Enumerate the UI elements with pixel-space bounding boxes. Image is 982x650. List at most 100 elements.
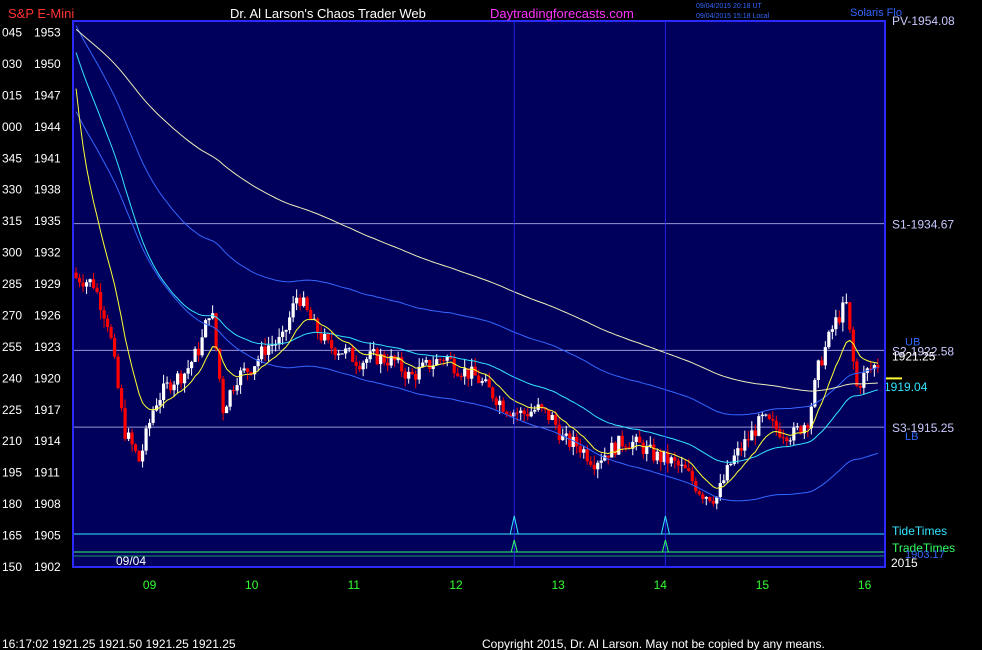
y-tick-time: 255 <box>2 340 22 354</box>
candle-body <box>309 309 313 320</box>
candle-body <box>368 351 372 360</box>
x-tick-hour: 10 <box>245 578 259 592</box>
candle-body <box>571 436 575 448</box>
candle-body <box>470 366 474 379</box>
candle-body <box>515 412 519 414</box>
candle-body <box>498 400 502 406</box>
x-tick-hour: 13 <box>551 578 565 592</box>
candle-body <box>760 414 764 417</box>
y-tick-time: 045 <box>2 26 22 40</box>
candle-body <box>669 457 673 464</box>
y-tick-time: 285 <box>2 277 22 291</box>
candle-body <box>403 371 407 379</box>
tide-label: TideTimes <box>892 524 947 538</box>
candle-body <box>424 359 428 363</box>
candle-body <box>589 461 593 465</box>
instrument-label: S&P E-Mini <box>8 6 74 21</box>
candle-body <box>673 457 677 461</box>
candle-body <box>676 460 680 466</box>
candle-body <box>361 362 365 370</box>
candle-body <box>407 371 411 379</box>
candle-body <box>585 449 589 462</box>
candle-body <box>757 416 761 436</box>
top-right-label: Solaris Flo <box>850 7 902 19</box>
candle-body <box>228 390 232 407</box>
candle-body <box>151 410 155 423</box>
candle-body <box>112 338 117 357</box>
candle-body <box>610 442 614 458</box>
candle-body <box>582 449 586 453</box>
candle-body <box>477 375 481 383</box>
site-link[interactable]: Daytradingforecasts.com <box>490 6 634 21</box>
local-stamp: 09/04/2015 15:18 Local <box>696 13 770 20</box>
utc-stamp: 09/04/2015 20:18 UT <box>696 3 762 10</box>
candle-body <box>659 451 663 463</box>
candle-body <box>617 435 621 455</box>
candle-body <box>529 411 533 417</box>
candle-body <box>522 410 526 415</box>
candle-body <box>547 409 551 420</box>
candle-body <box>365 359 369 363</box>
candle-body <box>596 462 600 470</box>
candle-body <box>778 429 782 438</box>
candle-body <box>105 318 110 327</box>
candle-body <box>319 333 323 341</box>
candle-body <box>732 455 736 464</box>
candle-body <box>767 414 771 419</box>
candle-body <box>119 387 124 409</box>
x-tick-hour: 16 <box>858 578 872 592</box>
candle-body <box>417 366 421 380</box>
y-tick-time: 165 <box>2 529 22 543</box>
candle-body <box>116 356 120 388</box>
candle-body <box>459 376 463 378</box>
candle-body <box>305 297 309 310</box>
candle-body <box>781 437 785 439</box>
candle-body <box>165 382 169 384</box>
y-tick-time: 345 <box>2 151 22 165</box>
candle-body <box>200 337 204 356</box>
candle-body <box>806 425 810 429</box>
candle-body <box>445 356 449 361</box>
candle-body <box>452 358 456 374</box>
candle-body <box>858 385 862 388</box>
candle-body <box>410 371 414 375</box>
candle-body <box>172 384 176 391</box>
candle-body <box>295 297 299 304</box>
y-tick-price: 1929 <box>34 277 61 291</box>
candle-body <box>519 410 523 413</box>
candle-body <box>655 451 659 461</box>
candle-body <box>179 373 183 384</box>
candle-body <box>281 331 285 337</box>
candle-body <box>386 362 390 366</box>
candle-body <box>729 463 733 466</box>
candle-body <box>123 408 127 439</box>
y-tick-price: 1950 <box>34 57 61 71</box>
candle-body <box>725 465 729 481</box>
candle-body <box>242 368 246 371</box>
candle-body <box>466 368 470 379</box>
candle-body <box>438 359 442 361</box>
candle-body <box>74 272 78 278</box>
candle-body <box>330 340 334 349</box>
candle-body <box>235 385 239 391</box>
candle-body <box>746 439 750 441</box>
y-tick-price: 1926 <box>34 308 61 322</box>
y-tick-price: 1905 <box>34 529 61 543</box>
candle-body <box>613 442 617 455</box>
candle-body <box>764 414 768 416</box>
candle-body <box>340 353 344 355</box>
candle-body <box>718 483 722 497</box>
candle-body <box>680 464 684 466</box>
candle-body <box>704 497 708 499</box>
candle-body <box>161 383 166 401</box>
candle-body <box>158 400 162 406</box>
candle-body <box>512 412 516 417</box>
author-title: Dr. Al Larson's Chaos Trader Web <box>230 6 426 21</box>
candle-body <box>687 468 691 471</box>
candle-body <box>753 430 757 436</box>
y-tick-price: 1938 <box>34 183 61 197</box>
candle-body <box>77 277 82 283</box>
candle-body <box>557 424 561 441</box>
x-tick-hour: 14 <box>654 578 668 592</box>
candle-body <box>820 360 824 366</box>
